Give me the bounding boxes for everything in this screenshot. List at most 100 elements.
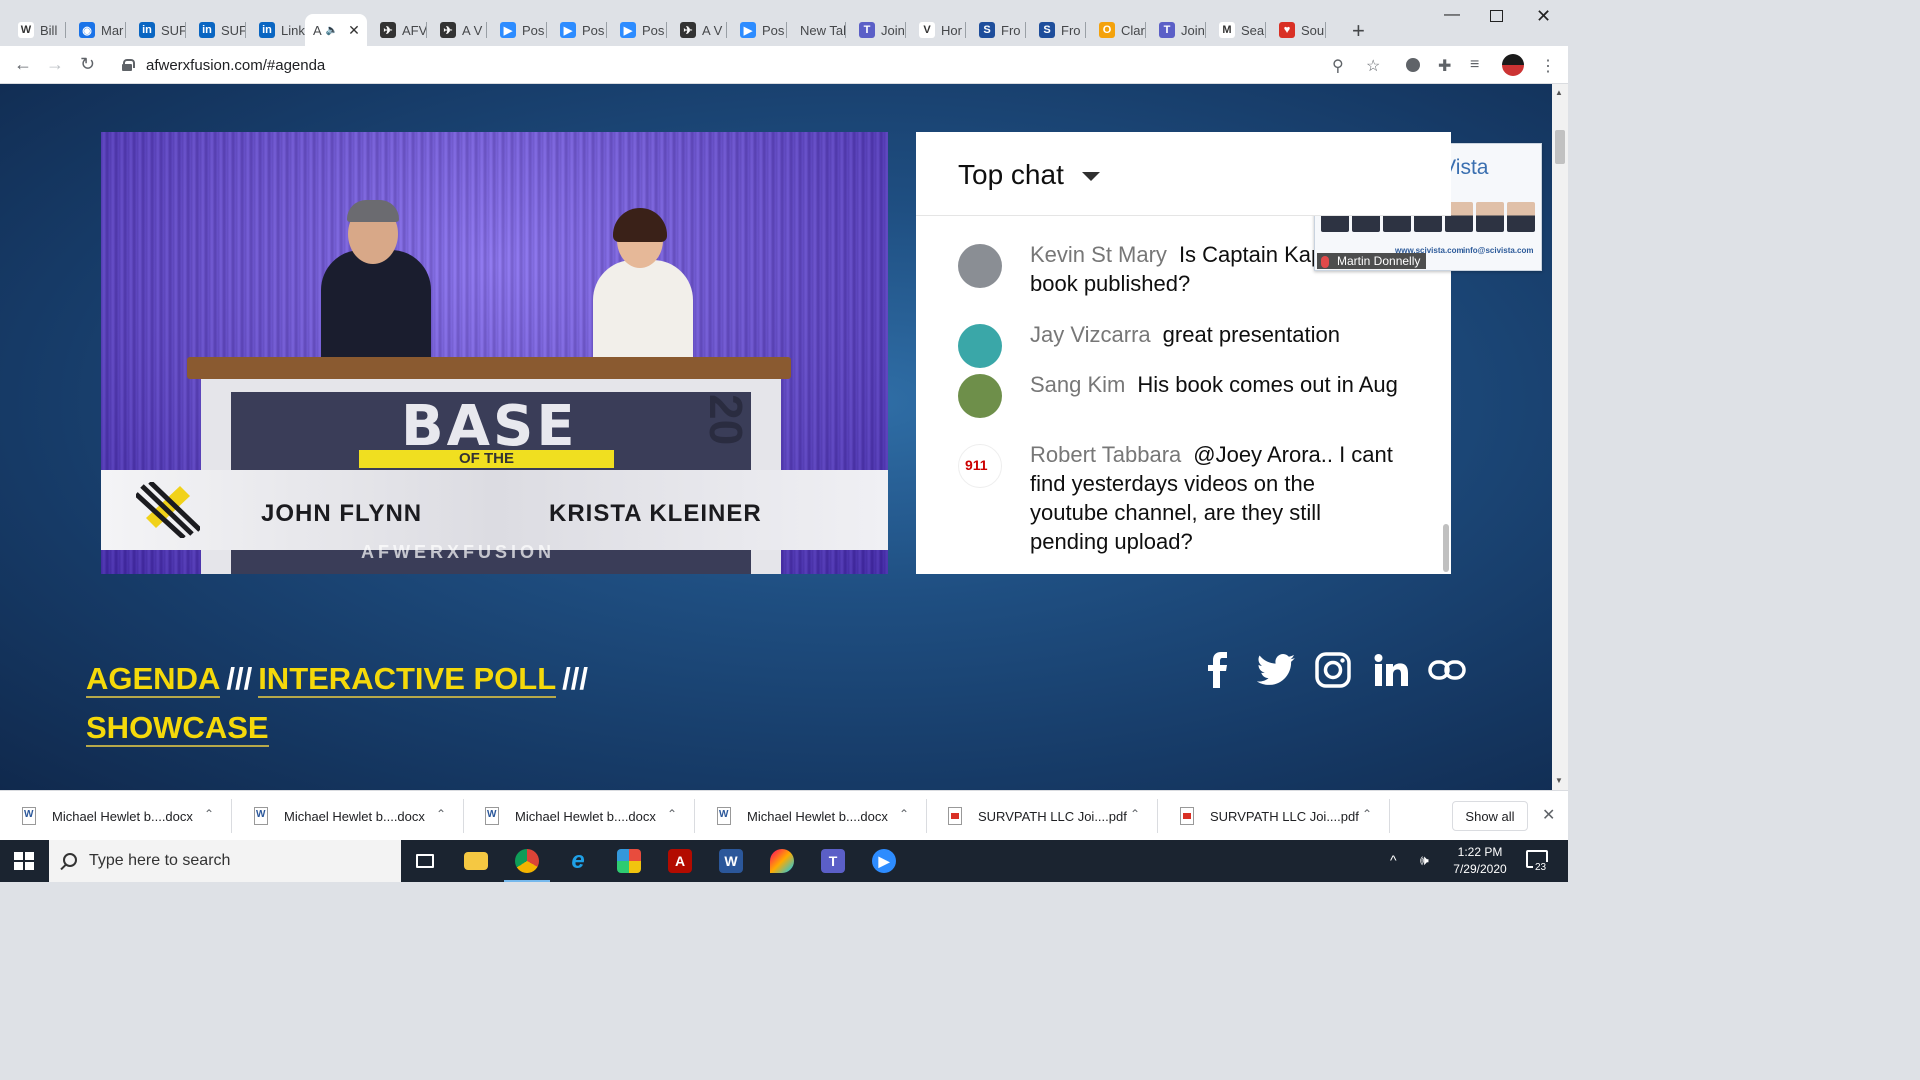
browser-tab[interactable]: ◉ Mar (65, 14, 126, 46)
browser-tab[interactable]: ✈ AFV (366, 14, 427, 46)
download-item[interactable]: Michael Hewlet b....docx ⌃ (695, 791, 927, 841)
browser-tab[interactable]: ▶ Pos (486, 14, 547, 46)
agenda-link[interactable]: AGENDA (86, 661, 221, 698)
close-tab-icon[interactable]: ✕ (348, 22, 360, 39)
task-view-icon[interactable] (410, 846, 440, 876)
browser-tab[interactable]: ✈ A V (426, 14, 487, 46)
browser-tab[interactable]: ♥ Sou (1265, 14, 1326, 46)
chevron-up-icon[interactable]: ⌃ (1130, 807, 1140, 821)
download-item[interactable]: SURVPATH LLC Joi....pdf ⌃ (1158, 791, 1390, 841)
facebook-icon[interactable] (1206, 652, 1230, 688)
page-scrollbar[interactable]: ▲ ▼ (1552, 84, 1568, 790)
chat-author[interactable]: Jay Vizcarra (1030, 322, 1151, 347)
teams-icon[interactable]: T (818, 846, 848, 876)
profile-avatar-icon[interactable] (1502, 54, 1524, 76)
browser-tab[interactable]: ▶ Pos (546, 14, 607, 46)
scroll-down-icon[interactable]: ▼ (1555, 776, 1563, 785)
new-tab-button[interactable]: + (1352, 18, 1365, 44)
linkedin-icon[interactable] (1374, 654, 1408, 686)
tray-expand-icon[interactable]: ^ (1390, 852, 1397, 868)
browser-tab[interactable]: O Clar (1085, 14, 1146, 46)
browser-tab[interactable]: in Link (245, 14, 306, 46)
browser-tab[interactable]: ▶ Pos (606, 14, 667, 46)
chevron-up-icon[interactable]: ⌃ (899, 807, 909, 821)
instagram-icon[interactable] (1315, 652, 1351, 688)
chat-author[interactable]: Robert Tabbara (1030, 442, 1181, 467)
scroll-up-icon[interactable]: ▲ (1555, 88, 1563, 97)
browser-tab[interactable]: New Tab (786, 14, 846, 46)
file-explorer-icon[interactable] (461, 846, 491, 876)
close-window-icon[interactable]: ✕ (1536, 6, 1551, 27)
extension-circle-icon[interactable] (1406, 58, 1420, 72)
zoom-icon[interactable]: ⚲ (1332, 56, 1344, 76)
interactive-poll-link[interactable]: INTERACTIVE POLL (258, 661, 557, 698)
chat-message-body: Robert Tabbara @Joey Arora.. I cant find … (1030, 440, 1398, 556)
satellite-icon: ✈ (440, 22, 456, 38)
chat-text: His book comes out in Aug (1137, 372, 1398, 397)
word-icon[interactable]: W (716, 846, 746, 876)
chat-mode-title[interactable]: Top chat (958, 159, 1064, 191)
browser-tab[interactable]: ▶ Pos (726, 14, 787, 46)
back-icon[interactable]: ← (14, 54, 32, 75)
internet-explorer-icon[interactable]: e (563, 846, 593, 876)
browser-tab[interactable]: ✈ A V (666, 14, 727, 46)
chevron-up-icon[interactable]: ⌃ (667, 807, 677, 821)
paint-drop-icon[interactable] (767, 846, 797, 876)
extensions-puzzle-icon[interactable]: ✚ (1438, 56, 1451, 76)
browser-tab[interactable]: in SUF (185, 14, 246, 46)
minimize-icon[interactable]: — (1444, 6, 1460, 24)
download-item[interactable]: Michael Hewlet b....docx ⌃ (0, 791, 232, 841)
download-item[interactable]: Michael Hewlet b....docx ⌃ (463, 791, 695, 841)
browser-tab[interactable]: in SUF (125, 14, 186, 46)
download-item[interactable]: SURVPATH LLC Joi....pdf ⌃ (926, 791, 1158, 841)
chat-message[interactable]: Jay Vizcarra great presentation (958, 320, 1398, 368)
browser-tab[interactable]: A 🔈 ✕ (305, 14, 367, 46)
maximize-icon[interactable] (1490, 10, 1503, 22)
chevron-up-icon[interactable]: ⌃ (204, 807, 214, 821)
showcase-link[interactable]: SHOWCASE (86, 710, 269, 747)
windows-start-icon[interactable] (14, 852, 34, 870)
download-item[interactable]: Michael Hewlet b....docx ⌃ (232, 791, 464, 841)
lock-icon[interactable] (122, 59, 135, 71)
chrome-icon[interactable] (504, 846, 550, 882)
scrollbar-thumb[interactable] (1555, 130, 1565, 164)
browser-tab[interactable]: V Hor (905, 14, 966, 46)
tab-audio-icon[interactable]: 🔈 (326, 25, 338, 36)
reload-icon[interactable]: ↻ (80, 54, 95, 75)
chat-avatar[interactable] (958, 374, 1002, 418)
chat-message[interactable]: 911 Robert Tabbara @Joey Arora.. I cant fi… (958, 440, 1398, 556)
taskbar-search-input[interactable]: Type here to search (49, 840, 401, 882)
browser-tab[interactable]: M Sea (1205, 14, 1266, 46)
taskbar-clock[interactable]: 1:22 PM 7/29/2020 (1440, 844, 1520, 878)
browser-tab[interactable]: T Join (845, 14, 906, 46)
chevron-up-icon[interactable]: ⌃ (1362, 807, 1372, 821)
acrobat-icon[interactable]: A (665, 846, 695, 876)
chat-scrollbar[interactable] (1443, 524, 1449, 572)
browser-tab[interactable]: W Bill (4, 14, 66, 46)
close-downloads-icon[interactable]: ✕ (1542, 805, 1555, 825)
menu-kebab-icon[interactable]: ⋮ (1540, 56, 1556, 76)
chat-avatar[interactable] (958, 324, 1002, 368)
chat-author[interactable]: Sang Kim (1030, 372, 1125, 397)
chevron-up-icon[interactable]: ⌃ (436, 807, 446, 821)
chat-message[interactable]: Sang Kim His book comes out in Aug (958, 370, 1398, 418)
twitter-icon[interactable] (1257, 654, 1295, 686)
chat-mode-dropdown-icon[interactable] (1082, 172, 1100, 181)
zoom-app-icon[interactable]: ▶ (869, 846, 899, 876)
show-all-button[interactable]: Show all (1452, 801, 1528, 831)
address-bar[interactable]: afwerxfusion.com/#agenda (110, 50, 1400, 80)
browser-tab[interactable]: S Fro (965, 14, 1026, 46)
chat-avatar[interactable] (958, 244, 1002, 288)
url-text[interactable]: afwerxfusion.com/#agenda (146, 57, 325, 74)
chat-author[interactable]: Kevin St Mary (1030, 242, 1167, 267)
volume-icon[interactable]: 🕪 (1420, 852, 1429, 869)
video-player[interactable]: BASE OF THE 20 JOHN FLYNN KRISTA KLEINER… (101, 132, 888, 574)
forward-icon[interactable]: → (46, 54, 64, 75)
chat-avatar[interactable]: 911 (958, 444, 1002, 488)
browser-tab[interactable]: T Join (1145, 14, 1206, 46)
bookmark-star-icon[interactable]: ☆ (1366, 56, 1380, 76)
browser-tab[interactable]: S Fro (1025, 14, 1086, 46)
media-control-icon[interactable]: ≡ (1470, 56, 1479, 74)
photo-app-icon[interactable] (614, 846, 644, 876)
share-link-icon[interactable] (1428, 660, 1466, 680)
